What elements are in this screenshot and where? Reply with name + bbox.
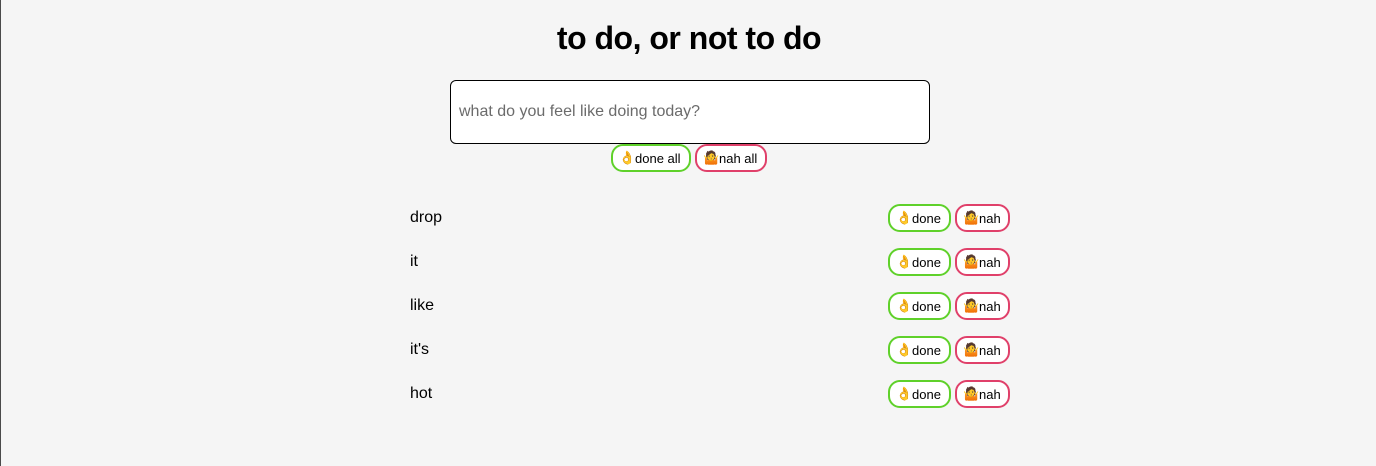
- todo-text: drop: [410, 209, 443, 226]
- shrug-icon: 🤷: [963, 210, 980, 225]
- todo-list: drop 👌 done 🤷 nah it 👌 done 🤷 nah like 👌 done…: [410, 196, 1010, 416]
- done-button[interactable]: 👌 done: [888, 336, 951, 364]
- ok-hand-icon: 👌: [896, 254, 913, 269]
- done-button[interactable]: 👌 done: [888, 204, 951, 232]
- todo-actions: 👌 done 🤷 nah: [888, 336, 1010, 364]
- todo-text: it's: [410, 341, 430, 358]
- page-title: to do, or not to do: [556, 20, 822, 56]
- done-button[interactable]: 👌 done: [888, 248, 951, 276]
- nah-label: nah: [979, 298, 1001, 314]
- done-all-label: done all: [635, 150, 681, 166]
- todo-item: it 👌 done 🤷 nah: [410, 240, 1010, 284]
- done-label: done: [912, 254, 941, 270]
- nah-button[interactable]: 🤷 nah: [955, 380, 1010, 408]
- todo-item: it's 👌 done 🤷 nah: [410, 328, 1010, 372]
- nah-button[interactable]: 🤷 nah: [955, 292, 1010, 320]
- done-button[interactable]: 👌 done: [888, 380, 951, 408]
- ok-hand-icon: 👌: [896, 342, 913, 357]
- nah-label: nah: [979, 342, 1001, 358]
- todo-actions: 👌 done 🤷 nah: [888, 204, 1010, 232]
- todo-actions: 👌 done 🤷 nah: [888, 248, 1010, 276]
- done-button[interactable]: 👌 done: [888, 292, 951, 320]
- ok-hand-icon: 👌: [896, 298, 913, 313]
- todo-text: hot: [410, 385, 433, 402]
- ok-hand-icon: 👌: [896, 210, 913, 225]
- nah-all-button[interactable]: 🤷 nah all: [695, 144, 767, 172]
- done-label: done: [912, 210, 941, 226]
- ok-hand-icon: 👌: [619, 150, 636, 165]
- nah-label: nah: [979, 210, 1001, 226]
- done-label: done: [912, 342, 941, 358]
- todo-item: hot 👌 done 🤷 nah: [410, 372, 1010, 416]
- todo-item: like 👌 done 🤷 nah: [410, 284, 1010, 328]
- bulk-actions: 👌 done all 🤷 nah all: [1, 144, 1376, 172]
- nah-button[interactable]: 🤷 nah: [955, 204, 1010, 232]
- nah-label: nah: [979, 254, 1001, 270]
- nah-button[interactable]: 🤷 nah: [955, 248, 1010, 276]
- done-label: done: [912, 298, 941, 314]
- todo-actions: 👌 done 🤷 nah: [888, 292, 1010, 320]
- done-all-button[interactable]: 👌 done all: [611, 144, 691, 172]
- shrug-icon: 🤷: [963, 254, 980, 269]
- todo-item: drop 👌 done 🤷 nah: [410, 196, 1010, 240]
- shrug-icon: 🤷: [963, 298, 980, 313]
- ok-hand-icon: 👌: [896, 386, 913, 401]
- todo-text: like: [410, 297, 435, 314]
- shrug-icon: 🤷: [963, 342, 980, 357]
- todo-actions: 👌 done 🤷 nah: [888, 380, 1010, 408]
- new-todo-input[interactable]: [450, 80, 930, 144]
- done-label: done: [912, 386, 941, 402]
- todo-app: to do, or not to do 👌done all 🤷nah all d…: [0, 0, 1376, 466]
- nah-label: nah: [979, 386, 1001, 402]
- shrug-icon: 🤷: [963, 386, 980, 401]
- nah-all-label: nah all: [719, 150, 758, 166]
- shrug-icon: 🤷: [703, 150, 720, 165]
- nah-button[interactable]: 🤷 nah: [955, 336, 1010, 364]
- todo-text: it: [410, 253, 418, 270]
